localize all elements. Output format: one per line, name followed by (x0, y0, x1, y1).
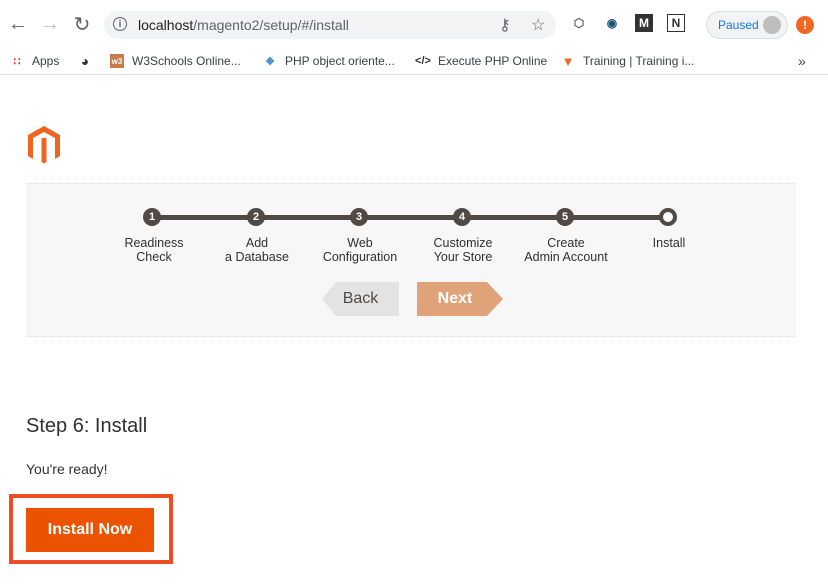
globe-icon: ◕ (80, 53, 90, 69)
step-3-label: Web Configuration (322, 236, 398, 264)
step-3-marker: 3 (350, 208, 368, 226)
paused-label: Paused (718, 18, 759, 32)
page-title: Step 6: Install (26, 415, 148, 437)
progress-panel: 1 2 3 4 5 Readiness Check Add a Database W… (26, 183, 796, 337)
forward-arrow-icon[interactable]: → (37, 9, 63, 39)
reload-icon[interactable]: ↻ (69, 9, 95, 39)
star-icon[interactable]: ☆ (531, 15, 545, 35)
step-2-marker: 2 (247, 208, 265, 226)
step-2-label: Add a Database (225, 236, 289, 264)
w3schools-icon: w3 (110, 54, 124, 68)
bookmarks-overflow-button[interactable]: » (798, 51, 806, 71)
bookmarks-bar: ∷ Apps ◕ w3 W3Schools Online... ❖ PHP ob… (0, 48, 828, 75)
gmail-extension-icon[interactable]: M (635, 14, 653, 32)
step-4-marker: 4 (453, 208, 471, 226)
next-button[interactable]: Next (417, 282, 503, 316)
bookmark-php[interactable]: ❖ PHP object oriente... (263, 51, 395, 71)
bookmark-label: Training | Training i... (583, 54, 695, 68)
address-bar[interactable]: i localhost/magento2/setup/#/install ⚷ ☆ (104, 11, 556, 39)
step-5-marker: 5 (556, 208, 574, 226)
bookmark-label: Apps (32, 54, 60, 68)
key-icon[interactable]: ⚷ (499, 15, 511, 35)
bookmark-training[interactable]: ▼ Training | Training i... (561, 51, 695, 71)
step-5-label: Create Admin Account (524, 236, 608, 264)
code-icon: </> (415, 55, 431, 67)
apps-grid-icon: ∷ (13, 55, 21, 68)
globe-extension-icon[interactable]: ◉ (603, 14, 621, 32)
php-icon: ❖ (265, 55, 275, 68)
setup-page: 1 2 3 4 5 Readiness Check Add a Database W… (0, 75, 828, 587)
bookmark-globe[interactable]: ◕ (78, 51, 100, 71)
bookmark-label: PHP object oriente... (285, 54, 395, 68)
update-alert-icon[interactable]: ! (796, 16, 814, 34)
install-now-button[interactable]: Install Now (26, 508, 154, 552)
info-icon[interactable]: i (113, 17, 127, 31)
profile-paused-button[interactable]: Paused (706, 11, 788, 39)
bookmark-execute-php[interactable]: </> Execute PHP Online (415, 51, 548, 71)
browser-toolbar: ← → ↻ i localhost/magento2/setup/#/insta… (0, 0, 828, 48)
bookmark-label: Execute PHP Online (438, 54, 548, 68)
step-6-marker (659, 208, 677, 226)
step-1-label: Readiness Check (124, 236, 184, 264)
training-icon: ▼ (561, 53, 575, 69)
ready-message: You're ready! (26, 461, 108, 477)
avatar (763, 16, 781, 34)
step-6-label: Install (652, 236, 686, 250)
bookmark-label: W3Schools Online... (132, 54, 241, 68)
bookmark-apps[interactable]: ∷ Apps (10, 51, 60, 71)
back-button[interactable]: Back (322, 282, 399, 316)
cube-extension-icon[interactable]: ⬡ (570, 14, 588, 32)
step-4-label: Customize Your Store (433, 236, 493, 264)
bookmark-w3schools[interactable]: w3 W3Schools Online... (110, 51, 241, 71)
notion-extension-icon[interactable]: N (667, 14, 685, 32)
progress-track (153, 215, 670, 220)
url-text: localhost/magento2/setup/#/install (138, 17, 349, 33)
step-1-marker: 1 (143, 208, 161, 226)
back-arrow-icon[interactable]: ← (5, 9, 31, 39)
magento-logo (26, 125, 62, 170)
